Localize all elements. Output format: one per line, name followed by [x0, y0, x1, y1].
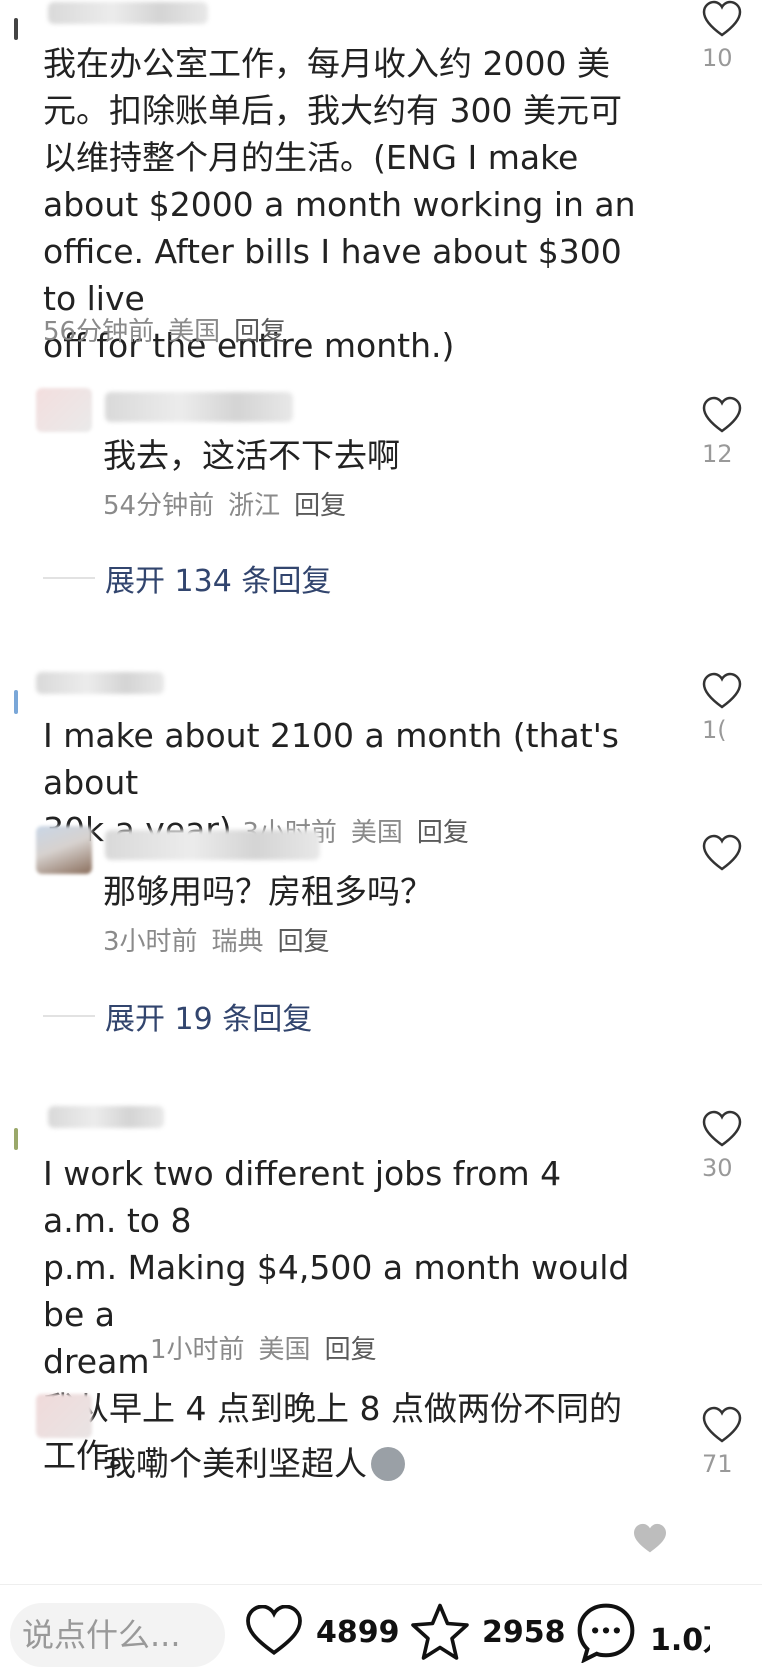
expand-replies-button[interactable]: 展开 134 条回复 [43, 556, 331, 600]
heart-icon [702, 0, 742, 37]
like-button[interactable]: 10 [702, 0, 762, 72]
comment-location: 瑞典 [211, 927, 264, 957]
expand-replies-button[interactable]: 展开 19 条回复 [43, 994, 312, 1038]
like-post-button[interactable] [244, 1604, 304, 1661]
favorite-count: 2958 [482, 1615, 566, 1650]
reply-button[interactable]: 回复 [294, 491, 346, 521]
like-button[interactable] [702, 834, 762, 878]
like-count: 10 [702, 44, 733, 72]
expand-replies-label: 展开 19 条回复 [105, 1002, 313, 1037]
comment-text: 那够用吗？房租多吗？ [103, 872, 433, 911]
username-blurred[interactable] [36, 672, 164, 694]
heart-icon [702, 1406, 742, 1443]
comment-location: 美国 [350, 818, 403, 848]
like-count: 71 [702, 1450, 733, 1478]
comment-location: 美国 [168, 317, 221, 347]
like-button[interactable]: 30 [702, 1110, 762, 1182]
left-edge-mark [14, 18, 18, 40]
like-button[interactable]: 71 [702, 1406, 762, 1478]
bottom-bar: 说点什么... 4899 2958 1.0万 [0, 1523, 762, 1675]
heart-icon [702, 1110, 742, 1147]
username-blurred[interactable] [105, 392, 293, 422]
comment-button[interactable] [574, 1601, 638, 1667]
comment-input[interactable]: 说点什么... [10, 1603, 225, 1667]
expand-replies-label: 展开 134 条回复 [105, 564, 332, 599]
heart-icon [702, 834, 742, 871]
heart-icon [246, 1604, 302, 1655]
like-count: 1( [702, 716, 727, 744]
like-count: 30 [702, 1154, 733, 1182]
avatar[interactable] [36, 388, 92, 432]
reply-button[interactable]: 回复 [325, 1335, 377, 1365]
comment-bubble-icon [577, 1603, 635, 1664]
comment-meta: 56分钟前 美国 回复 [43, 312, 300, 352]
comment-text: 我嘞个美利坚超人 [103, 1440, 623, 1487]
username-blurred[interactable] [48, 1106, 164, 1128]
comment-time: 54分钟前 [103, 491, 215, 521]
left-edge-mark [14, 690, 18, 714]
divider [43, 577, 95, 579]
heart-icon [702, 672, 742, 709]
comment-time: 1小时前 [150, 1335, 245, 1365]
comment-meta: 1小时前 美国 回复 [150, 1330, 391, 1370]
left-edge-mark [14, 1128, 18, 1150]
avatar[interactable] [36, 826, 92, 874]
heart-icon [702, 396, 742, 433]
reply-button[interactable]: 回复 [417, 818, 469, 848]
comment-meta: 54分钟前 浙江 回复 [103, 486, 360, 526]
like-button[interactable]: 12 [702, 396, 762, 468]
comment-location: 浙江 [228, 491, 281, 521]
reply-button[interactable]: 回复 [278, 927, 330, 957]
comment-text: 我去，这活不下去啊 [103, 436, 400, 475]
favorite-button[interactable] [410, 1601, 470, 1665]
username-blurred[interactable] [105, 830, 320, 860]
like-count: 12 [702, 440, 733, 468]
post-like-count: 4899 [316, 1615, 400, 1650]
comment-location: 美国 [258, 1335, 311, 1365]
username-blurred[interactable] [48, 2, 208, 24]
comment-time: 3小时前 [103, 927, 198, 957]
avatar[interactable] [36, 1394, 92, 1438]
divider [43, 1015, 95, 1017]
star-icon [411, 1603, 469, 1660]
watermark-heart-icon [632, 1523, 668, 1559]
comment-meta: 3小时前 瑞典 回复 [103, 922, 344, 962]
like-button[interactable]: 1( [702, 672, 762, 744]
comment-text: I work two different jobs from 4 a.m. to… [43, 1154, 630, 1475]
comment-count: 1.0万 [650, 1623, 710, 1658]
comment-text-body: 我嘞个美利坚超人 [103, 1444, 367, 1483]
reply-button[interactable]: 回复 [234, 317, 286, 347]
comment-time: 56分钟前 [43, 317, 155, 347]
emoji-icon [371, 1447, 405, 1481]
